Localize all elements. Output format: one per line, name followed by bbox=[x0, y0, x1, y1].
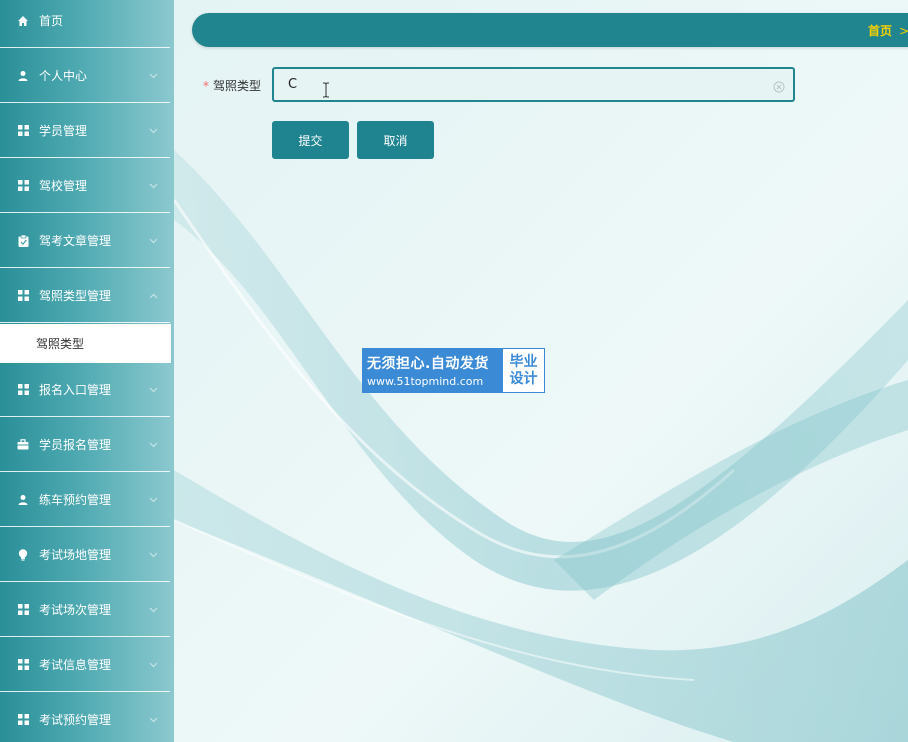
sidebar-item-label: 学员管理 bbox=[39, 124, 88, 138]
sidebar-item-label: 考试场地管理 bbox=[39, 548, 112, 562]
sidebar-item-students[interactable]: 学员管理 bbox=[0, 104, 170, 158]
chevron-down-icon bbox=[148, 660, 158, 670]
chevron-down-icon bbox=[148, 715, 158, 725]
top-bar bbox=[192, 13, 908, 47]
sidebar-item-exam-sessions[interactable]: 考试场次管理 bbox=[0, 583, 170, 637]
sidebar-item-label: 考试信息管理 bbox=[39, 658, 112, 672]
grid-icon bbox=[16, 713, 30, 727]
watermark-badge: 毕业 设计 bbox=[503, 349, 544, 392]
sidebar-item-student-registration[interactable]: 学员报名管理 bbox=[0, 418, 170, 472]
sidebar-item-practice-booking[interactable]: 练车预约管理 bbox=[0, 473, 170, 527]
sidebar-item-label: 个人中心 bbox=[39, 69, 88, 83]
watermark-banner: 无须担心.自动发货 www.51topmind.com 毕业 设计 bbox=[362, 348, 545, 393]
chevron-down-icon bbox=[148, 550, 158, 560]
user-icon bbox=[16, 69, 30, 83]
watermark-slogan: 无须担心.自动发货 bbox=[367, 356, 489, 372]
grid-icon bbox=[16, 603, 30, 617]
sidebar-item-articles[interactable]: 驾考文章管理 bbox=[0, 214, 170, 268]
submenu-item-license-type[interactable]: 驾照类型 bbox=[0, 324, 171, 363]
license-type-field bbox=[272, 67, 795, 102]
briefcase-icon bbox=[16, 438, 30, 452]
sidebar-item-label: 练车预约管理 bbox=[39, 493, 112, 507]
chevron-down-icon bbox=[148, 440, 158, 450]
grid-icon bbox=[16, 383, 30, 397]
watermark-badge-line2: 设计 bbox=[509, 370, 538, 387]
cancel-button[interactable]: 取消 bbox=[357, 121, 434, 159]
submit-button[interactable]: 提交 bbox=[272, 121, 349, 159]
sidebar-item-exam-venues[interactable]: 考试场地管理 bbox=[0, 528, 170, 582]
breadcrumb-separator: > bbox=[899, 24, 908, 38]
license-type-label: * 驾照类型 bbox=[203, 77, 261, 94]
sidebar-item-profile[interactable]: 个人中心 bbox=[0, 49, 170, 103]
sidebar-item-label: 报名入口管理 bbox=[39, 383, 112, 397]
sidebar-item-label: 考试预约管理 bbox=[39, 713, 112, 727]
grid-icon bbox=[16, 658, 30, 672]
sidebar-item-home[interactable]: 首页 bbox=[0, 0, 170, 48]
sidebar-item-label: 驾照类型管理 bbox=[39, 289, 112, 303]
breadcrumb-home-link[interactable]: 首页 bbox=[868, 24, 892, 38]
chevron-down-icon bbox=[148, 605, 158, 615]
watermark-text: 无须担心.自动发货 www.51topmind.com bbox=[363, 349, 503, 392]
bulb-icon bbox=[16, 548, 30, 562]
chevron-down-icon bbox=[148, 236, 158, 246]
sidebar-item-label: 驾校管理 bbox=[39, 179, 88, 193]
chevron-down-icon bbox=[148, 495, 158, 505]
breadcrumb: 首页 > bbox=[868, 22, 908, 39]
sidebar-item-label: 驾考文章管理 bbox=[39, 234, 112, 248]
sidebar-item-label: 学员报名管理 bbox=[39, 438, 112, 452]
sidebar-item-label: 考试场次管理 bbox=[39, 603, 112, 617]
watermark-badge-line1: 毕业 bbox=[509, 353, 538, 370]
sidebar-item-exam-booking[interactable]: 考试预约管理 bbox=[0, 693, 170, 742]
sidebar-item-schools[interactable]: 驾校管理 bbox=[0, 159, 170, 213]
grid-icon bbox=[16, 124, 30, 138]
home-icon bbox=[16, 14, 30, 28]
sidebar-item-registration-entry[interactable]: 报名入口管理 bbox=[0, 363, 170, 417]
license-type-label-text: 驾照类型 bbox=[213, 79, 262, 93]
submenu-item-label: 驾照类型 bbox=[36, 337, 85, 351]
chevron-down-icon bbox=[148, 126, 158, 136]
license-type-input[interactable] bbox=[274, 69, 793, 100]
chevron-down-icon bbox=[148, 385, 158, 395]
chevron-up-icon bbox=[148, 291, 158, 301]
clipboard-icon bbox=[16, 234, 30, 248]
sidebar-item-license-types[interactable]: 驾照类型管理 bbox=[0, 269, 170, 323]
sidebar-item-exam-info[interactable]: 考试信息管理 bbox=[0, 638, 170, 692]
user-icon bbox=[16, 493, 30, 507]
required-mark: * bbox=[203, 79, 209, 93]
grid-icon bbox=[16, 289, 30, 303]
grid-icon bbox=[16, 179, 30, 193]
watermark-url: www.51topmind.com bbox=[367, 375, 484, 388]
text-cursor-icon bbox=[323, 82, 329, 98]
sidebar-item-label: 首页 bbox=[39, 14, 64, 28]
sidebar: 首页 个人中心 学员管理 驾校管理 驾考文章管理 驾照类型管理 驾照类型 报名入… bbox=[0, 0, 174, 742]
chevron-down-icon bbox=[148, 181, 158, 191]
chevron-down-icon bbox=[148, 71, 158, 81]
clear-icon[interactable] bbox=[773, 78, 785, 93]
